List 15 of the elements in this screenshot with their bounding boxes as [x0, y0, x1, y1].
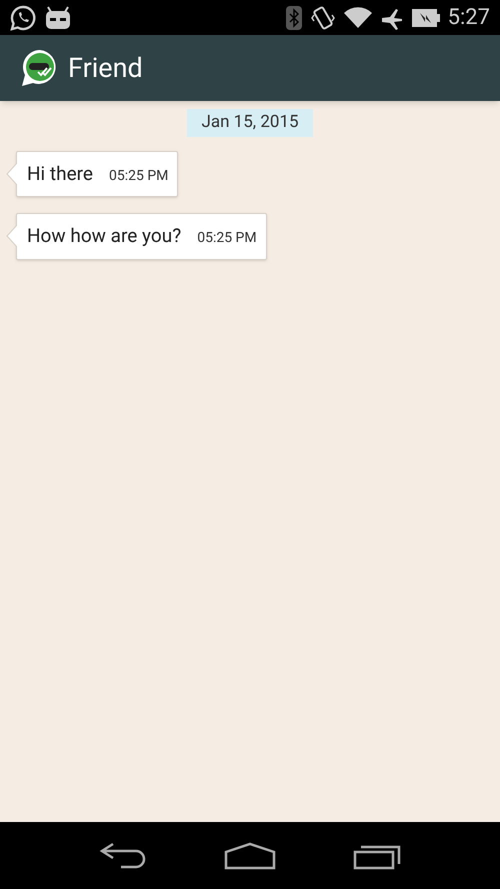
clock: 5:27 — [448, 6, 490, 28]
message-time: 05:25 PM — [108, 166, 168, 186]
bluetooth-icon — [286, 6, 302, 30]
chat-bubble-icon — [10, 4, 36, 30]
message-time: 05:25 PM — [197, 229, 257, 248]
date-label: Jan 15, 2015 — [187, 109, 313, 136]
battery-charging-icon — [412, 8, 440, 26]
back-icon[interactable] — [98, 842, 147, 870]
contact-name: Friend — [68, 50, 143, 86]
vibrate-phone-icon — [310, 4, 336, 30]
home-icon[interactable] — [224, 842, 276, 870]
message-text: How how are you? — [27, 223, 182, 249]
robot-head-icon — [44, 4, 72, 30]
wifi-icon — [344, 6, 372, 28]
message-text: Hi there — [27, 160, 93, 186]
